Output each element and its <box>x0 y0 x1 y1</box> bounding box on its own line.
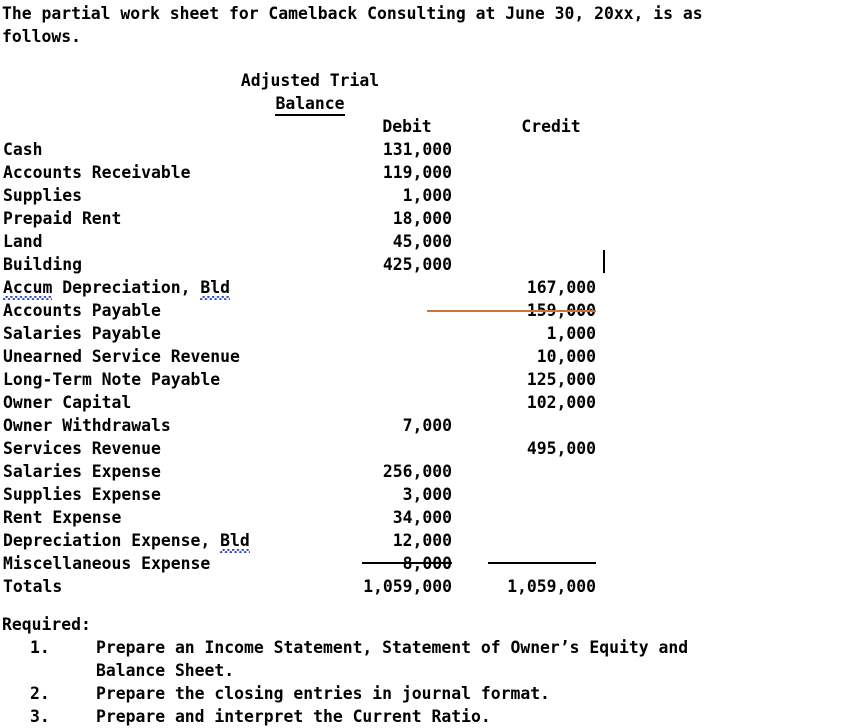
table-row: Supplies Expense 3,000 <box>0 483 620 506</box>
row-label: Owner Capital <box>3 393 132 412</box>
list-item-number: 2. <box>30 684 50 703</box>
table-row: Accounts Receivable 119,000 <box>0 161 620 184</box>
row-debit: 131,000 <box>382 140 452 159</box>
misspelled-word: Accum <box>3 278 53 300</box>
credit-subtotal-rule <box>488 562 596 564</box>
table-row: Owner Withdrawals 7,000 <box>0 414 620 437</box>
row-credit: 1,000 <box>546 324 596 343</box>
row-label: Miscellaneous Expense <box>3 554 211 573</box>
row-label-mid: Depreciation Expense, <box>3 531 221 550</box>
row-debit: 18,000 <box>392 209 452 228</box>
table-row: Rent Expense 34,000 <box>0 506 620 529</box>
row-credit: 495,000 <box>526 439 596 458</box>
table-row: Salaries Payable 1,000 <box>0 322 620 345</box>
intro-paragraph: The partial work sheet for Camelback Con… <box>2 4 703 46</box>
debit-subtotal-rule <box>362 562 452 564</box>
row-label: Supplies <box>3 186 82 205</box>
row-debit: 256,000 <box>382 462 452 481</box>
row-debit: 425,000 <box>382 255 452 274</box>
list-item: 1. Prepare an Income Statement, Statemen… <box>2 636 859 682</box>
table-row: Salaries Expense 256,000 <box>0 460 620 483</box>
table-row: Land 45,000 <box>0 230 620 253</box>
orange-highlight-rule <box>427 310 596 312</box>
row-credit: 102,000 <box>526 393 596 412</box>
row-debit: 7,000 <box>402 416 452 435</box>
row-credit: 167,000 <box>526 278 596 297</box>
row-label: Accum Depreciation, Bld <box>3 276 230 300</box>
trial-balance-rows: Cash 131,000 Accounts Receivable 119,000… <box>0 138 620 598</box>
row-debit: 3,000 <box>402 485 452 504</box>
misspelled-word: Bld <box>220 531 250 553</box>
row-label: Supplies Expense <box>3 485 161 504</box>
row-label: Services Revenue <box>3 439 161 458</box>
row-debit: 1,000 <box>402 186 452 205</box>
row-label-mid: Depreciation, <box>52 278 201 297</box>
table-row: Unearned Service Revenue 10,000 <box>0 345 620 368</box>
text-cursor-caret <box>603 250 605 273</box>
table-row: Services Revenue 495,000 <box>0 437 620 460</box>
row-label: Accounts Payable <box>3 301 161 320</box>
list-item: 2. Prepare the closing entries in journa… <box>2 682 859 705</box>
table-row: Supplies 1,000 <box>0 184 620 207</box>
row-label: Rent Expense <box>3 508 122 527</box>
table-row: Long-Term Note Payable 125,000 <box>0 368 620 391</box>
row-label: Cash <box>3 140 43 159</box>
list-item-text: Prepare the closing entries in journal f… <box>96 684 550 703</box>
worksheet-document-page: The partial work sheet for Camelback Con… <box>0 0 861 728</box>
adjusted-trial-balance-title-line2: Balance <box>0 92 620 116</box>
table-row: Depreciation Expense, Bld 12,000 <box>0 529 620 553</box>
row-debit: 12,000 <box>392 531 452 550</box>
row-debit: 34,000 <box>392 508 452 527</box>
list-item-text: Prepare and interpret the Current Ratio. <box>96 707 491 726</box>
totals-credit: 1,059,000 <box>507 577 596 596</box>
row-credit: 10,000 <box>536 347 596 366</box>
table-row: Building 425,000 <box>0 253 620 276</box>
row-debit: 45,000 <box>392 232 452 251</box>
list-item-number: 3. <box>30 707 50 726</box>
row-credit: 125,000 <box>526 370 596 389</box>
row-label: Salaries Expense <box>3 462 161 481</box>
row-label: Building <box>3 255 82 274</box>
table-row: Accum Depreciation, Bld 167,000 <box>0 276 620 300</box>
misspelled-word: Bld <box>200 278 230 300</box>
required-heading: Required: <box>2 615 91 634</box>
row-label: Salaries Payable <box>3 324 161 343</box>
column-header-credit: Credit <box>521 117 581 136</box>
list-item-number: 1. <box>30 638 50 657</box>
table-row: Prepaid Rent 18,000 <box>0 207 620 230</box>
totals-row: Totals 1,059,000 1,059,000 <box>0 575 620 598</box>
row-label: Long-Term Note Payable <box>3 370 221 389</box>
table-row: Cash 131,000 <box>0 138 620 161</box>
column-header-debit: Debit <box>382 117 432 136</box>
totals-debit: 1,059,000 <box>363 577 452 596</box>
balance-underlined-text: Balance <box>275 94 345 116</box>
row-label: Land <box>3 232 43 251</box>
row-label: Owner Withdrawals <box>3 416 171 435</box>
row-label: Accounts Receivable <box>3 163 191 182</box>
row-label: Depreciation Expense, Bld <box>3 529 250 553</box>
row-debit: 119,000 <box>382 163 452 182</box>
row-label: Unearned Service Revenue <box>3 347 240 366</box>
row-label: Prepaid Rent <box>3 209 122 228</box>
required-items-list: 1. Prepare an Income Statement, Statemen… <box>2 636 859 728</box>
adjusted-trial-balance-title-line1: Adjusted Trial <box>240 71 380 90</box>
table-row: Owner Capital 102,000 <box>0 391 620 414</box>
totals-label: Totals <box>3 577 63 596</box>
list-item: 3. Prepare and interpret the Current Rat… <box>2 705 859 728</box>
list-item-text: Prepare an Income Statement, Statement o… <box>96 638 689 680</box>
